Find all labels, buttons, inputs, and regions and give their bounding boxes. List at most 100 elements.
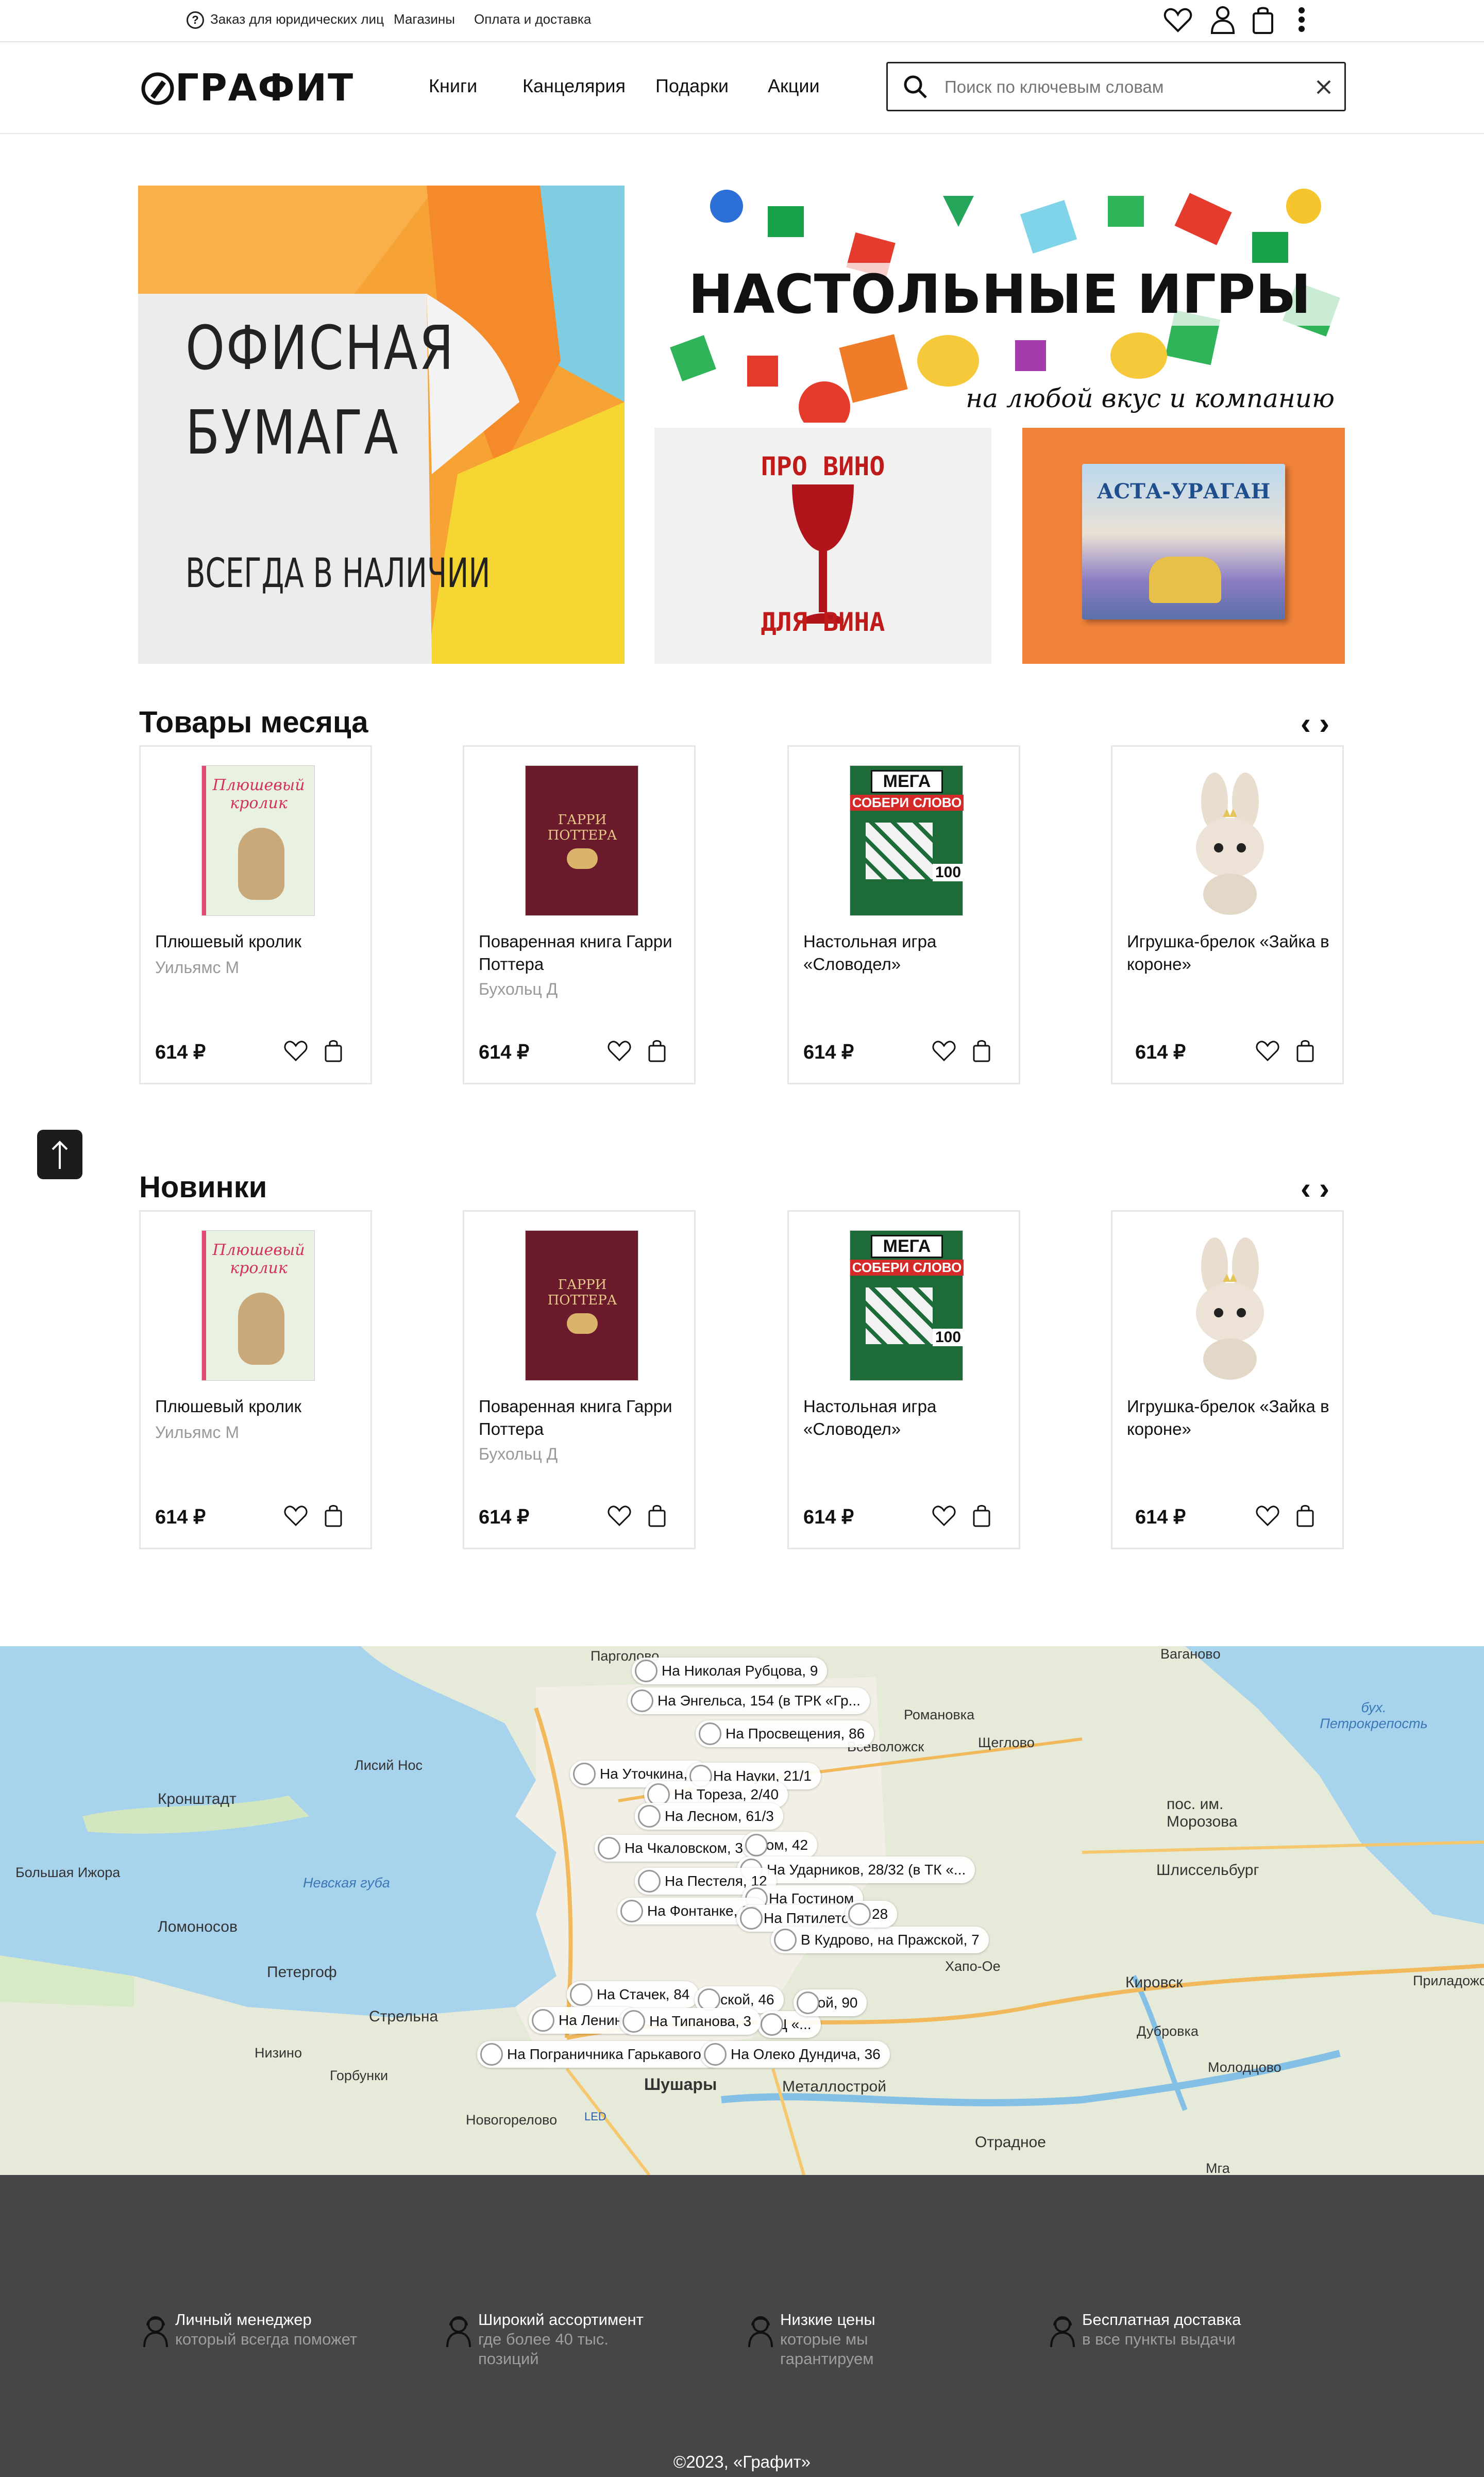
stores-link[interactable]: Магазины <box>394 11 455 27</box>
product-card[interactable]: Игрушка-брелок «Зайка в короне» 614 ₽ <box>1111 745 1344 1084</box>
product-card[interactable]: МЕГА СОБЕРИ СЛОВО 100 Настольная игра «С… <box>787 745 1020 1084</box>
map-place-label: Приладожский <box>1413 1973 1484 1988</box>
map-place-label: Щеглово <box>978 1735 1035 1750</box>
add-to-cart-icon[interactable] <box>324 1039 343 1062</box>
product-name[interactable]: Игрушка-брелок «Зайка в короне» <box>1127 1395 1333 1441</box>
add-to-cart-icon[interactable] <box>648 1503 666 1527</box>
store-pin[interactable]: 28 <box>845 1901 898 1928</box>
favorite-heart-icon[interactable] <box>284 1504 308 1527</box>
payment-delivery-link[interactable]: Оплата и доставка <box>474 11 591 27</box>
store-pin[interactable]: На Типанова, 3 <box>619 2008 761 2035</box>
banner-about-wine[interactable]: ПРО ВИНО ДЛЯ ВИНА <box>654 428 991 664</box>
search-icon[interactable] <box>902 74 928 99</box>
map-place-label: пос. им. Морозова <box>1167 1796 1238 1830</box>
product-card[interactable]: МЕГА СОБЕРИ СЛОВО 100 Настольная игра «С… <box>787 1210 1020 1549</box>
map-place-label: Романовка <box>904 1707 975 1722</box>
nav-gifts[interactable]: Подарки <box>655 75 729 97</box>
product-price: 614 ₽ <box>1135 1507 1186 1528</box>
store-pin[interactable]: На Чкаловском, 36 <box>595 1835 761 1862</box>
product-image[interactable]: МЕГА СОБЕРИ СЛОВО 100 <box>850 765 964 916</box>
store-pin[interactable]: ском, 42 <box>742 1832 818 1859</box>
product-image[interactable]: МЕГА СОБЕРИ СЛОВО 100 <box>850 1230 964 1381</box>
favorite-heart-icon[interactable] <box>1256 1504 1279 1527</box>
product-name[interactable]: Игрушка-брелок «Зайка в короне» <box>1127 930 1333 976</box>
store-pin[interactable]: ской, 90 <box>794 1989 867 2016</box>
product-price: 614 ₽ <box>155 1042 206 1063</box>
product-name[interactable]: Поваренная книга Гарри Поттера <box>479 930 685 976</box>
stores-map[interactable]: Парголово Вагановo Кронштадт Лисий Нос Р… <box>0 1646 1484 2175</box>
product-name[interactable]: Настольная игра «Словодел» <box>803 1395 1009 1441</box>
product-name[interactable]: Плюшевый кролик <box>155 930 361 953</box>
account-icon[interactable] <box>1210 5 1236 34</box>
product-image[interactable]: Плюшевый кролик <box>201 1230 315 1381</box>
product-name[interactable]: Настольная игра «Словодел» <box>803 930 1009 976</box>
store-pin[interactable]: На Лесном, 61/3 <box>635 1803 783 1830</box>
feature-title: Личный менеджер <box>175 2311 312 2329</box>
favorite-heart-icon[interactable] <box>932 1504 956 1527</box>
product-author: Бухольц Д <box>479 980 558 998</box>
map-place-label: Большая Ижора <box>15 1865 121 1880</box>
product-card[interactable]: Плюшевый кролик Плюшевый кролик Уильямс … <box>139 745 372 1084</box>
more-menu-icon[interactable] <box>1297 6 1306 33</box>
store-pin[interactable]: На Энгельса, 154 (в ТРК «Гр... <box>628 1687 870 1714</box>
low-prices-icon <box>748 2316 773 2348</box>
banner-book-asta-uragan[interactable]: АСТА-УРАГАН <box>1022 428 1345 664</box>
add-to-cart-icon[interactable] <box>648 1039 666 1062</box>
feature-subtitle: где более 40 тыс. позиций <box>478 2330 609 2368</box>
store-pin[interactable]: На Просвещения, 86 <box>696 1720 874 1747</box>
new-prev-arrow-icon[interactable]: ‹ <box>1301 1173 1311 1204</box>
favorite-heart-icon[interactable] <box>608 1040 631 1062</box>
product-name[interactable]: Плюшевый кролик <box>155 1395 361 1418</box>
map-place-label: Горбунки <box>330 2068 389 2083</box>
banner-office-paper[interactable]: ОФИСНАЯ БУМАГА ВСЕГДА В НАЛИЧИИ <box>138 186 625 664</box>
favorites-icon[interactable] <box>1163 7 1192 33</box>
main-header: ГРАФИТ Книги Канцелярия Подарки Акции <box>0 43 1484 134</box>
store-pin[interactable]: На Пограничника Гарькавого... <box>477 2041 723 2068</box>
product-price: 614 ₽ <box>155 1507 206 1528</box>
store-pin[interactable]: На Николая Рубцова, 9 <box>632 1658 828 1684</box>
favorite-heart-icon[interactable] <box>608 1504 631 1527</box>
add-to-cart-icon[interactable] <box>972 1039 991 1062</box>
nav-books[interactable]: Книги <box>429 75 477 97</box>
map-place-label: Дубровка <box>1137 2023 1199 2039</box>
nav-sales[interactable]: Акции <box>768 75 820 97</box>
scroll-to-top-button[interactable] <box>37 1130 82 1179</box>
banner-board-games[interactable]: НАСТОЛЬНЫЕ ИГРЫ на любой вкус и компанию <box>654 186 1345 423</box>
search-input[interactable] <box>945 73 1305 102</box>
product-name[interactable]: Поваренная книга Гарри Поттера <box>479 1395 685 1441</box>
nav-stationery[interactable]: Канцелярия <box>522 75 626 97</box>
store-pin[interactable]: В Кудрово, на Пражской, 7 <box>771 1927 989 1953</box>
cart-icon[interactable] <box>1252 5 1274 34</box>
product-image[interactable]: ГАРРИ ПОТТЕРА <box>525 765 638 916</box>
favorite-heart-icon[interactable] <box>932 1040 956 1062</box>
new-next-arrow-icon[interactable]: › <box>1319 1173 1329 1204</box>
favorite-heart-icon[interactable] <box>1256 1040 1279 1062</box>
map-place-label: Шушары <box>644 2075 717 2094</box>
product-image[interactable]: Плюшевый кролик <box>201 765 315 916</box>
product-card[interactable]: Плюшевый кролик Плюшевый кролик Уильямс … <box>139 1210 372 1549</box>
bunny-toy-image[interactable] <box>1173 1230 1287 1381</box>
add-to-cart-icon[interactable] <box>1296 1039 1314 1062</box>
product-price: 614 ₽ <box>803 1042 854 1063</box>
legal-order-link[interactable]: Заказ для юридических лиц <box>210 11 384 27</box>
map-place-label: Кировск <box>1125 1974 1183 1991</box>
product-card[interactable]: ГАРРИ ПОТТЕРА Поваренная книга Гарри Пот… <box>463 745 696 1084</box>
store-pin[interactable]: На Стачек, 84 <box>567 1981 699 2008</box>
book-cover-image: АСТА-УРАГАН <box>1082 464 1285 620</box>
add-to-cart-icon[interactable] <box>1296 1503 1314 1527</box>
store-pin[interactable]: На Олеко Дундича, 36 <box>701 2041 890 2068</box>
product-card[interactable]: Игрушка-брелок «Зайка в короне» 614 ₽ <box>1111 1210 1344 1549</box>
clear-search-icon[interactable] <box>1316 79 1332 95</box>
banner-paper-line2: БУМАГА <box>185 397 399 468</box>
month-next-arrow-icon[interactable]: › <box>1319 708 1329 739</box>
month-prev-arrow-icon[interactable]: ‹ <box>1301 708 1311 739</box>
favorite-heart-icon[interactable] <box>284 1040 308 1062</box>
product-image[interactable]: ГАРРИ ПОТТЕРА <box>525 1230 638 1381</box>
product-card[interactable]: ГАРРИ ПОТТЕРА Поваренная книга Гарри Пот… <box>463 1210 696 1549</box>
add-to-cart-icon[interactable] <box>972 1503 991 1527</box>
add-to-cart-icon[interactable] <box>324 1503 343 1527</box>
section-title-new: Новинки <box>139 1170 267 1204</box>
map-place-label: Молодцово <box>1208 2060 1281 2075</box>
bunny-toy-image[interactable] <box>1173 765 1287 916</box>
feature-subtitle: который всегда поможет <box>175 2330 358 2348</box>
